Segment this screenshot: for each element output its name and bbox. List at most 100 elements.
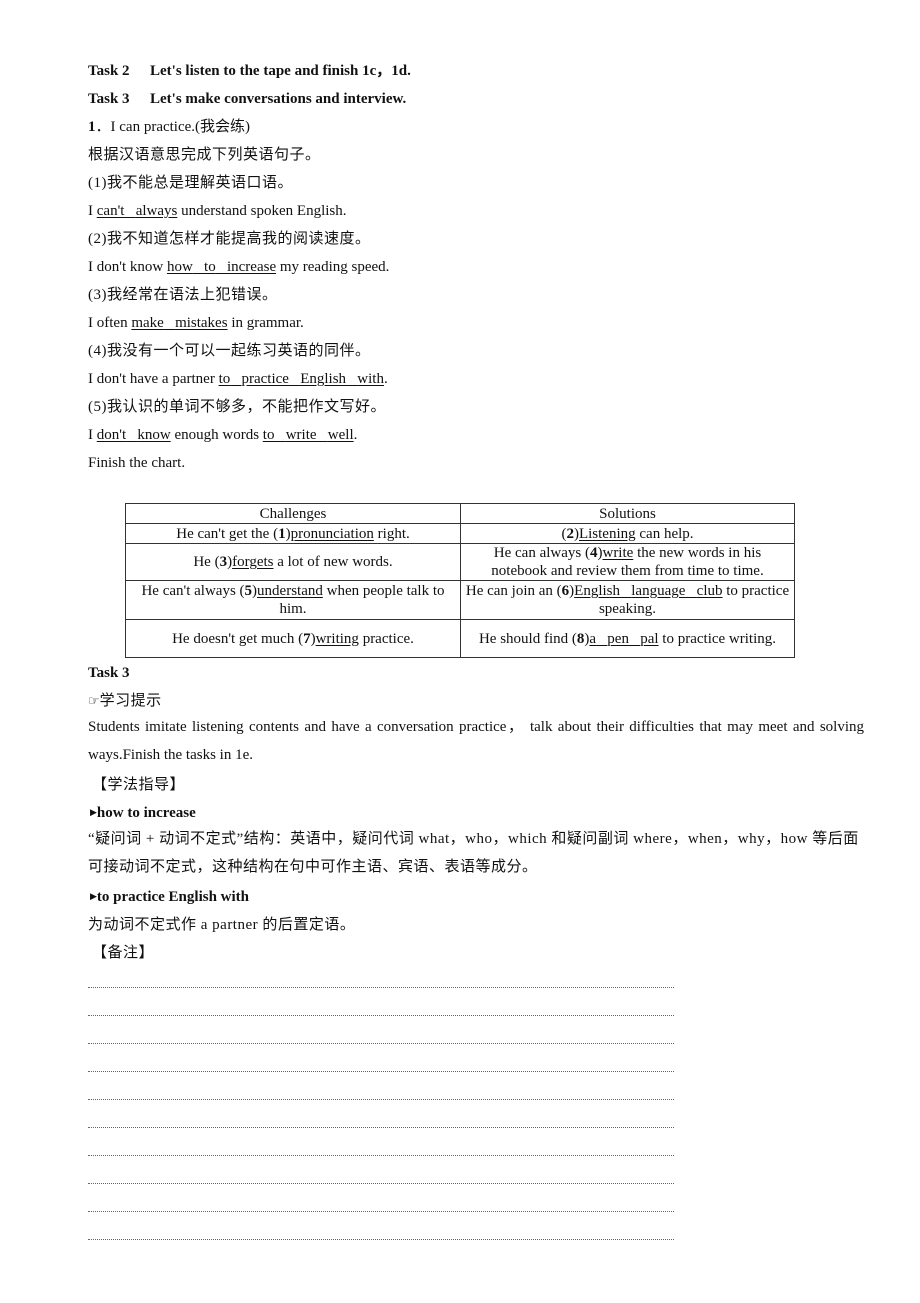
answer-blank: increase — [226, 259, 277, 275]
guide-title: 【学法指导】 — [92, 777, 186, 793]
practice-title: 1．I can practice.(我会练) — [88, 119, 251, 135]
answer-blank: don't — [96, 427, 127, 443]
table-row: He doesn't get much (7)writing practice.… — [125, 619, 795, 658]
answer-gap — [126, 427, 137, 443]
cell-text: right. — [373, 525, 410, 542]
practice-item-chinese: (4)我没有一个可以一起练习英语的同伴。 — [88, 343, 371, 359]
challenge-cell: He can't always (5)understand when peopl… — [125, 580, 461, 620]
answer-blank: how — [166, 259, 193, 275]
remark-line — [88, 1211, 674, 1212]
answer-blank: understand — [257, 583, 323, 599]
answer-gap — [596, 631, 607, 647]
solution-cell: He should find (8)a pen pal to practice … — [460, 619, 795, 658]
answer-blank: pen — [607, 630, 629, 647]
answer-blank: forgets — [232, 554, 274, 570]
practice-title-text: I can practice.(我会练) — [110, 119, 251, 135]
sentence-text: understand spoken English. — [177, 203, 347, 219]
sentence-text: enough words — [170, 427, 263, 443]
answer-gap — [629, 631, 640, 647]
hint-title: 学习提示 — [99, 693, 162, 709]
practice-item-chinese: (3)我经常在语法上犯错误。 — [88, 287, 278, 303]
answer-gap — [124, 203, 135, 219]
answer-gap — [216, 259, 227, 275]
solution-cell: He can join an (6)English language club … — [460, 580, 795, 620]
hint-text: Students imitate listening contents and … — [88, 713, 864, 769]
finish-chart-instruction: Finish the chart. — [88, 455, 186, 471]
remark-line — [88, 1015, 674, 1016]
challenge-cell: He doesn't get much (7)writing practice. — [125, 619, 461, 658]
answer-blank: know — [137, 427, 171, 443]
sentence-text: I don't have a partner — [88, 371, 219, 387]
remark-line — [88, 1155, 674, 1156]
answer-blank: always — [135, 203, 178, 219]
sentence-text: I — [88, 203, 97, 219]
answer-blank: write — [285, 427, 317, 443]
challenge-cell: He (3)forgets a lot of new words. — [125, 543, 461, 581]
answer-blank: make — [131, 315, 164, 331]
task3-label: Task 3 — [88, 91, 130, 107]
task3-text: Let's make conversations and interview. — [150, 91, 407, 107]
answer-blank: pronunciation — [290, 525, 374, 542]
cell-text: can help. — [635, 525, 694, 542]
practice-item-chinese: (1)我不能总是理解英语口语。 — [88, 175, 293, 191]
answer-blank: can't — [96, 203, 125, 219]
note-text-2: 为动词不定式作 a partner 的后置定语。 — [88, 917, 356, 933]
sentence-text: . — [353, 427, 358, 443]
answer-blank: practice — [241, 371, 289, 387]
note-text-1: “疑问词 + 动词不定式”结构：英语中，疑问代词 what，who，which … — [88, 831, 859, 875]
answer-blank: to — [204, 259, 216, 275]
sentence-text: I often — [88, 315, 132, 331]
challenges-solutions-table: Challenges Solutions He can't get the (1… — [125, 503, 795, 658]
answer-blank: mistakes — [175, 315, 228, 331]
cell-text: He can join an ( — [465, 583, 562, 599]
cell-text: He can't always ( — [141, 583, 245, 599]
cell-text: He doesn't get much ( — [172, 630, 304, 647]
task2-text: Let's listen to the tape and finish 1c，1… — [150, 63, 411, 79]
answer-blank: language — [631, 583, 686, 599]
practice-instruction: 根据汉语意思完成下列英语句子。 — [88, 147, 321, 163]
remark-line — [88, 987, 674, 988]
note-heading-1-text: how to increase — [96, 805, 196, 821]
practice-item-english: I can't always understand spoken English… — [88, 201, 347, 221]
answer-blank: to — [218, 371, 231, 387]
practice-item-english: I don't have a partner to practice Engli… — [88, 369, 388, 389]
blank-number: 7 — [303, 630, 311, 647]
practice-item-english: I often make mistakes in grammar. — [88, 313, 304, 333]
cell-text: He can always ( — [493, 545, 590, 561]
table-row: He can't get the (1)pronunciation right.… — [125, 523, 795, 544]
remarks-title: 【备注】 — [92, 945, 155, 961]
answer-gap — [620, 583, 631, 599]
hint-title-row: ☞学习提示 — [88, 691, 162, 712]
practice-item-chinese: (5)我认识的单词不够多，不能把作文写好。 — [88, 399, 386, 415]
blank-number: 3 — [219, 554, 228, 570]
solution-cell: (2)Listening can help. — [460, 523, 795, 544]
answer-blank: with — [357, 371, 384, 387]
cell-text: practice. — [358, 630, 414, 647]
cell-text: a lot of new words. — [273, 554, 393, 570]
answer-gap — [289, 371, 300, 387]
header-challenges: Challenges — [125, 503, 461, 524]
answer-blank: English — [574, 583, 621, 599]
answer-blank: to — [262, 427, 275, 443]
answer-gap — [230, 371, 241, 387]
table-row: He (3)forgets a lot of new words. He can … — [125, 543, 795, 581]
cell-text: He should find ( — [478, 630, 577, 647]
remark-line — [88, 1127, 674, 1128]
triangle-bullet-icon: ▶ — [90, 892, 97, 902]
sentence-text: my reading speed. — [276, 259, 390, 275]
answer-gap — [685, 583, 696, 599]
practice-item-english: I don't know how to increase my reading … — [88, 257, 389, 277]
answer-gap — [317, 427, 328, 443]
task3-heading: Task 3 Let's make conversations and inter… — [88, 89, 406, 109]
sentence-text: I don't know — [88, 259, 167, 275]
sentence-text: . — [383, 371, 388, 387]
remark-line — [88, 1183, 674, 1184]
answer-blank: Listening — [578, 525, 636, 542]
pointing-hand-icon: ☞ — [88, 694, 100, 709]
answer-blank: well — [327, 427, 354, 443]
remark-line — [88, 1043, 674, 1044]
answer-gap — [274, 427, 285, 443]
note-heading-1: ▶how to increase — [90, 803, 196, 823]
cell-text: to practice writing. — [658, 630, 777, 647]
header-solutions: Solutions — [460, 503, 795, 524]
